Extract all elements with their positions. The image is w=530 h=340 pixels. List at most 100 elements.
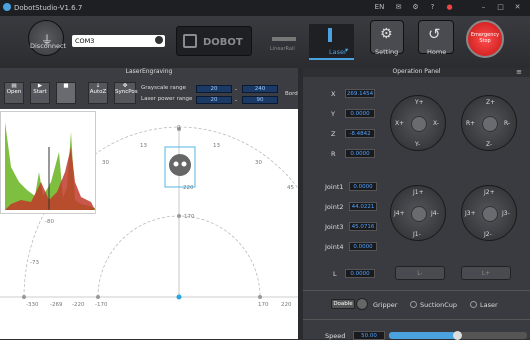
disconnect-button[interactable]: ⏚ <box>28 20 64 56</box>
y-minus-button[interactable]: Y- <box>415 141 420 148</box>
l-minus-button[interactable]: L- <box>395 266 445 280</box>
panel-menu-icon[interactable]: ≡ <box>516 68 522 76</box>
j2-minus-button[interactable]: J2- <box>484 231 492 238</box>
histogram-chart <box>5 122 95 210</box>
syncpos-label: SyncPos <box>115 89 138 95</box>
engrave-image-icon <box>169 154 191 176</box>
r-minus-button[interactable]: R- <box>504 120 510 127</box>
arc-label: 0 <box>177 125 181 131</box>
operation-panel-title: Operation Panel <box>303 68 530 77</box>
x-tick: -170 <box>95 302 108 308</box>
disconnect-label: Disconnect <box>30 42 67 50</box>
minimize-icon[interactable]: – <box>478 3 489 11</box>
open-button[interactable]: ▤ Open <box>4 82 24 104</box>
language-button[interactable]: EN <box>374 3 385 11</box>
laser-power-min-input[interactable]: 20 <box>196 96 232 104</box>
close-icon[interactable]: ✕ <box>512 3 523 11</box>
engrave-image-eye <box>173 161 179 167</box>
open-label: Open <box>6 89 22 95</box>
r-plus-button[interactable]: R+ <box>466 120 475 127</box>
joint12-jog-pad[interactable]: J1+ J1- J4+ J4- <box>390 185 446 241</box>
range-dash: - <box>235 96 238 104</box>
grayscale-max-input[interactable]: 240 <box>242 85 278 93</box>
l-plus-button[interactable]: L+ <box>461 266 511 280</box>
laser-icon <box>328 28 332 42</box>
l-label: L <box>333 270 337 278</box>
stop-button[interactable]: ■ <box>56 82 76 104</box>
zr-jog-pad[interactable]: Z+ Z- R+ R- <box>461 95 517 151</box>
port-select[interactable]: COM3 <box>72 35 165 47</box>
arc-label: 30 <box>102 160 109 166</box>
jog-center <box>482 206 498 222</box>
app-logo-icon <box>3 3 11 11</box>
coord-label: Y <box>331 110 335 118</box>
mail-icon[interactable]: ✉ <box>393 3 404 11</box>
arc-label: 220 <box>183 185 194 191</box>
arc-label: 45 <box>287 185 294 191</box>
l-value: 0.0000 <box>345 269 375 278</box>
origin-point <box>176 294 182 300</box>
grayscale-label: Grayscale range <box>141 85 187 91</box>
j3-plus-button[interactable]: J3+ <box>465 210 476 217</box>
linear-rail-icon[interactable] <box>272 37 296 41</box>
speed-slider[interactable] <box>389 331 527 340</box>
start-label: Start <box>33 89 47 95</box>
x-tick: 220 <box>281 302 292 308</box>
gripper-label: Gripper <box>373 301 398 309</box>
start-button[interactable]: ▶ Start <box>30 82 50 104</box>
x-tick: -220 <box>72 302 85 308</box>
j2-plus-button[interactable]: J2+ <box>484 189 495 196</box>
linear-rail-label: LinearRail <box>270 46 295 52</box>
grayscale-min-input[interactable]: 20 <box>196 85 232 93</box>
mode-toggle[interactable] <box>356 298 368 310</box>
settings-icon[interactable]: ⚙ <box>410 3 421 11</box>
x-minus-button[interactable]: X- <box>433 120 439 127</box>
arc-label: -80 <box>45 219 54 225</box>
z-plus-button[interactable]: Z+ <box>486 99 495 106</box>
joint-label: Joint2 <box>325 203 344 211</box>
suction-radio[interactable] <box>410 301 417 308</box>
maximize-icon[interactable]: □ <box>495 3 506 11</box>
j1-minus-button[interactable]: J1- <box>413 231 421 238</box>
j4-plus-button[interactable]: J4+ <box>394 210 405 217</box>
laser-radio[interactable] <box>470 301 477 308</box>
stop-icon: ■ <box>63 83 69 89</box>
y-plus-button[interactable]: Y+ <box>415 99 424 106</box>
autoz-button[interactable]: ↓ AutoZ <box>88 82 108 104</box>
device-selector[interactable]: DOBOT <box>176 26 252 56</box>
j4-minus-button[interactable]: J4- <box>431 210 439 217</box>
range-dash: - <box>235 85 238 93</box>
z-minus-button[interactable]: Z- <box>486 141 492 148</box>
arc-label: 30 <box>255 160 262 166</box>
mode-select[interactable]: Doable <box>331 299 355 309</box>
help-icon[interactable]: ? <box>427 3 438 11</box>
engraving-toolbar: ▤ Open ▶ Start ■ ↓ AutoZ ✥ SyncPos Grayscale… <box>0 77 298 109</box>
arc-label: -73 <box>30 260 39 266</box>
autoz-label: AutoZ <box>89 89 107 95</box>
arc-label: 170 <box>184 214 195 220</box>
record-icon[interactable]: ● <box>444 3 455 11</box>
j1-plus-button[interactable]: J1+ <box>413 189 424 196</box>
histogram-panel <box>0 111 96 214</box>
coord-label: Z <box>331 130 336 138</box>
joint-label: Joint4 <box>325 243 344 251</box>
divider <box>303 290 530 291</box>
x-plus-button[interactable]: X+ <box>395 120 404 127</box>
arc-point <box>96 295 100 299</box>
xy-jog-pad[interactable]: Y+ Y- X+ X- <box>390 95 446 151</box>
joint23-jog-pad[interactable]: J2+ J2- J3+ J3- <box>461 185 517 241</box>
syncpos-button[interactable]: ✥ SyncPos <box>114 82 138 104</box>
arc-point <box>22 295 26 299</box>
j3-minus-button[interactable]: J3- <box>502 210 510 217</box>
title-bar: DobotStudio-V1.6.7 EN ✉ ⚙ ? ● – □ ✕ <box>0 0 530 16</box>
dobot-logo-icon <box>183 34 197 48</box>
coord-label: R <box>331 150 336 158</box>
joint4-value: 0.0000 <box>349 242 377 251</box>
laser-label: Laser <box>480 301 498 309</box>
coord-label: X <box>331 90 336 98</box>
brand-label: DOBOT <box>203 37 243 48</box>
jog-center <box>482 116 498 132</box>
end-effector-select[interactable]: Laser ▾ <box>309 24 354 60</box>
engrave-image-eye <box>181 161 187 167</box>
laser-power-max-input[interactable]: 90 <box>242 96 278 104</box>
